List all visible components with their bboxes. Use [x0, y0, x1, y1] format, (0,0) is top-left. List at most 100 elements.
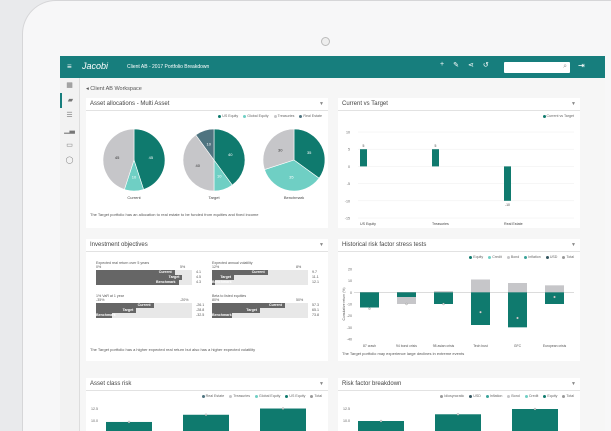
settings-icon[interactable]: ◯	[60, 153, 79, 168]
current-vs-target-panel: Current vs Target ▼ Current vs Target 10…	[338, 98, 580, 228]
chart-icon[interactable]: ▁▃	[60, 123, 79, 138]
chevron-down-icon[interactable]: ▼	[571, 242, 576, 248]
legend-item[interactable]: Equity	[469, 255, 483, 259]
legend-item[interactable]: Inflation	[524, 255, 541, 259]
app-screen: ≡ Jacobi Client AB - 2017 Portfolio Brea…	[60, 56, 605, 431]
slice-label: 10	[132, 175, 137, 180]
legend-item[interactable]: Treasuries	[273, 114, 294, 118]
list-icon[interactable]: ☰	[60, 108, 79, 123]
camera	[321, 37, 330, 46]
row-label: Benchmark	[96, 313, 116, 317]
y-tick: 12.5	[343, 407, 350, 411]
data-label: -10	[505, 203, 510, 207]
legend-item[interactable]: Idiosyncratic	[440, 394, 464, 398]
sidebar: ▦ ▰ ☰ ▁▃ ▭ ◯	[60, 78, 80, 431]
row-label: Current	[268, 303, 282, 307]
y-tick: -15	[345, 217, 350, 221]
panel-title: Asset class risk	[90, 381, 132, 387]
legend-item[interactable]: USD	[545, 255, 557, 259]
x-tick: Treasuries	[432, 222, 449, 226]
row-value: 73.8	[312, 313, 319, 317]
chevron-down-icon[interactable]: ▼	[319, 242, 324, 248]
x-tick: US Equity	[360, 222, 376, 226]
asset-allocations-panel: Asset allocations - Multi Asset ▼ US Equ…	[86, 98, 328, 228]
equity-bar	[397, 292, 416, 297]
dashboard-icon[interactable]: ▦	[60, 78, 79, 93]
logout-icon[interactable]: ⇥	[578, 61, 585, 70]
bar	[504, 166, 511, 201]
share-icon[interactable]: ⋖	[468, 61, 474, 69]
workspace-link[interactable]: ◂ Client AB Workspace	[86, 86, 142, 92]
legend-item[interactable]: Real Estate	[201, 394, 224, 398]
legend-item[interactable]: Bond	[506, 255, 519, 259]
pie-label: Benchmark	[284, 195, 304, 200]
legend-item[interactable]: Real Estate	[299, 114, 322, 118]
legend-item[interactable]: Credit	[524, 394, 538, 398]
legend-item[interactable]: Equity	[543, 394, 557, 398]
chevron-down-icon[interactable]: ▼	[571, 381, 576, 387]
total-marker	[479, 311, 482, 314]
legend-item[interactable]: Total	[562, 394, 574, 398]
y-axis-label: Cumulative return (%)	[342, 288, 346, 321]
breadcrumb[interactable]: Client AB - 2017 Portfolio Breakdown	[127, 64, 209, 70]
total-marker	[405, 302, 408, 306]
chevron-down-icon[interactable]: ▼	[571, 101, 576, 107]
legend-item[interactable]: US Equity	[285, 394, 305, 398]
gauge-min: 12%	[212, 265, 220, 269]
legend-item[interactable]: Global Equity	[243, 114, 269, 118]
slice-label: 10	[217, 174, 222, 179]
row-label: Target	[122, 308, 134, 312]
asset-class-risk-panel: Asset class risk ▼ Real Estate Treasuries…	[86, 378, 328, 431]
y-tick: 10.0	[91, 419, 98, 423]
legend-item[interactable]: Global Equity	[255, 394, 280, 398]
undo-icon[interactable]: ↺	[483, 61, 489, 69]
plus-icon[interactable]: +	[440, 61, 444, 69]
bar	[260, 408, 306, 431]
total-marker	[516, 316, 519, 320]
portfolio-icon[interactable]: ▰	[60, 93, 79, 108]
objective-gauge: Expected annual volatility 12% 8% Current 9.…	[212, 261, 322, 285]
logo[interactable]: Jacobi	[82, 61, 108, 71]
chevron-down-icon[interactable]: ▼	[319, 381, 324, 387]
bond-bar	[471, 279, 490, 293]
x-tick: Real Estate	[504, 222, 523, 226]
legend: US Equity Global Equity Treasuries Real Est…	[218, 114, 322, 118]
legend: Idiosyncratic USD Inflation Bond Credit Equit…	[440, 394, 574, 398]
gauge-row: Benchmark 12.1	[212, 280, 322, 285]
legend-item[interactable]: Total	[562, 255, 574, 259]
slice-label: 35	[289, 174, 294, 179]
legend-item[interactable]: Treasuries	[229, 394, 250, 398]
menu-icon[interactable]: ≡	[67, 62, 72, 71]
chevron-down-icon[interactable]: ▼	[319, 101, 324, 107]
workspace-title: Client AB Workspace	[90, 86, 142, 92]
row-label: Benchmark	[212, 280, 232, 284]
y-tick: 10	[348, 279, 352, 283]
legend-item[interactable]: Total	[310, 394, 322, 398]
gauge-row: Benchmark 4.3	[96, 280, 206, 285]
x-tick: 98 asian crisis	[433, 344, 455, 348]
y-tick: 5	[348, 148, 350, 152]
x-tick: 87 crash	[363, 344, 376, 348]
note: The Target portfolio has a higher expect…	[90, 347, 256, 352]
y-tick: 10.0	[343, 419, 350, 423]
legend-item[interactable]: USD	[469, 394, 481, 398]
x-tick: GFC	[514, 344, 522, 348]
row-value: 4.3	[196, 280, 201, 284]
objective-gauge: Expected real return over 5 years 0% 5% Cur…	[96, 261, 206, 285]
search-input[interactable]: ⌕	[504, 62, 570, 73]
stress-chart: 20 10 0 -10 -20 -30 -40 Cumulative return (%) 87…	[342, 268, 574, 348]
card-icon[interactable]: ▭	[60, 138, 79, 153]
legend-item[interactable]: Inflation	[485, 394, 502, 398]
bar-chart: 10 5 0 -5 -10 -15 5 US Equity 5 Treasuries -10 Real…	[345, 131, 574, 226]
slice-label: 40	[196, 163, 201, 168]
risk-factor-breakdown-panel: Risk factor breakdown ▼ Idiosyncratic USD…	[338, 378, 580, 431]
legend-item[interactable]: US Equity	[218, 114, 238, 118]
total-marker	[553, 295, 556, 299]
y-tick: 12.5	[91, 407, 98, 411]
legend-item[interactable]: Bond	[507, 394, 520, 398]
total-marker	[368, 307, 371, 310]
equity-bar	[471, 292, 490, 325]
total-marker	[456, 413, 460, 416]
edit-icon[interactable]: ✎	[453, 61, 459, 69]
legend-item[interactable]: Credit	[488, 255, 502, 259]
